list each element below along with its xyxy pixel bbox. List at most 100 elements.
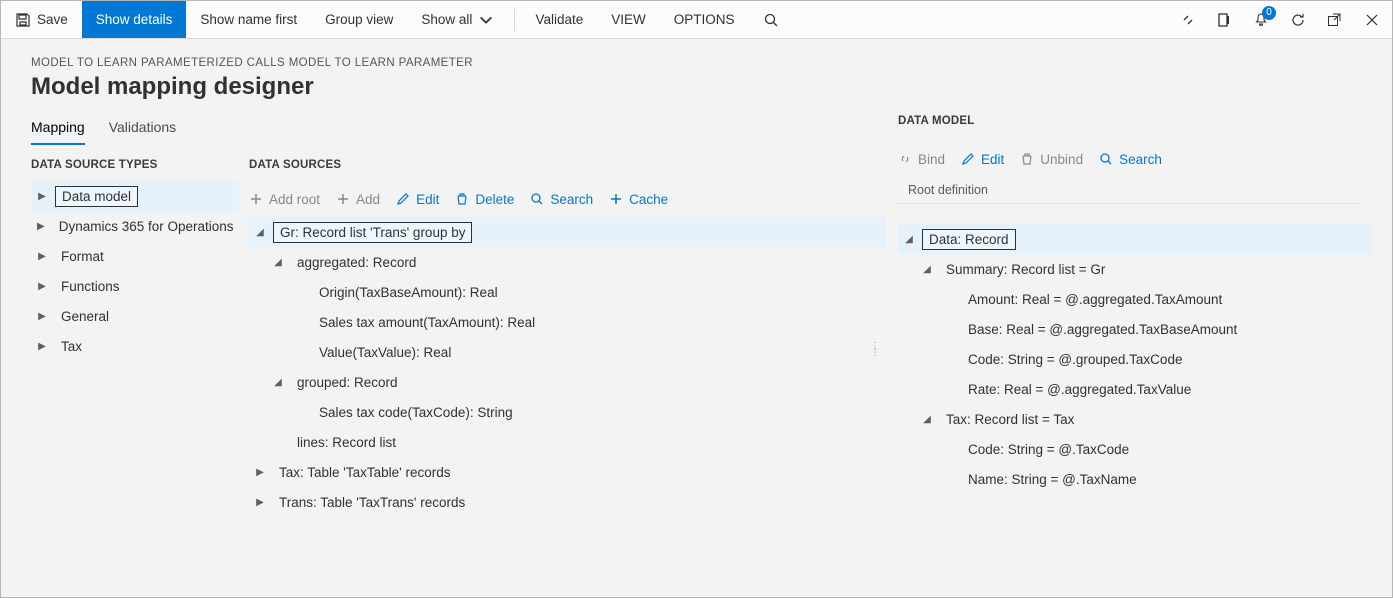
chevron-down-icon: ◢ bbox=[273, 377, 283, 388]
group-view-button[interactable]: Group view bbox=[311, 1, 407, 38]
bell-icon-button[interactable]: 0 bbox=[1242, 1, 1280, 38]
data-source-types-pane: DATA SOURCE TYPES ▶Data model ▶Dynamics … bbox=[1, 145, 239, 597]
page-title: Model mapping designer bbox=[31, 73, 1362, 101]
tab-validations-label: Validations bbox=[109, 119, 176, 135]
validate-button[interactable]: Validate bbox=[521, 1, 597, 38]
dm-tax-name[interactable]: Name: String = @.TaxName bbox=[898, 464, 1372, 494]
chevron-right-icon: ▶ bbox=[37, 311, 47, 322]
show-details-button[interactable]: Show details bbox=[82, 1, 187, 38]
dst-format[interactable]: ▶Format bbox=[31, 241, 239, 271]
dst-functions[interactable]: ▶Functions bbox=[31, 271, 239, 301]
btn-label: Cache bbox=[629, 192, 668, 207]
tree-label: Amount: Real = @.aggregated.TaxAmount bbox=[962, 290, 1228, 309]
tree-label: grouped: Record bbox=[291, 373, 404, 392]
ds-search-button[interactable]: Search bbox=[530, 192, 593, 207]
tab-validations[interactable]: Validations bbox=[109, 113, 176, 145]
popout-icon-button[interactable] bbox=[1316, 1, 1352, 38]
btn-label: Search bbox=[1119, 152, 1162, 167]
tree-label: Data: Record bbox=[922, 229, 1016, 250]
search-button[interactable] bbox=[749, 1, 793, 38]
plus-icon bbox=[336, 192, 350, 206]
show-all-label: Show all bbox=[421, 12, 472, 27]
add-root-button[interactable]: Add root bbox=[249, 192, 320, 207]
office-icon-button[interactable] bbox=[1206, 1, 1242, 38]
dm-tax[interactable]: ◢ Tax: Record list = Tax bbox=[898, 404, 1372, 434]
tree-label: Gr: Record list 'Trans' group by bbox=[273, 222, 472, 243]
ds-trans[interactable]: ▶Trans: Table 'TaxTrans' records bbox=[249, 487, 886, 517]
btn-label: Add root bbox=[269, 192, 320, 207]
chevron-down-icon: ◢ bbox=[255, 227, 265, 238]
link-icon-button[interactable] bbox=[1170, 1, 1206, 38]
dm-amount[interactable]: Amount: Real = @.aggregated.TaxAmount bbox=[898, 284, 1372, 314]
view-label: VIEW bbox=[611, 12, 646, 27]
chevron-down-icon bbox=[478, 12, 494, 28]
dm-tax-code[interactable]: Code: String = @.TaxCode bbox=[898, 434, 1372, 464]
ds-gr[interactable]: ◢ Gr: Record list 'Trans' group by bbox=[249, 217, 886, 247]
dst-tax[interactable]: ▶ Tax bbox=[31, 331, 239, 361]
add-button[interactable]: Add bbox=[336, 192, 380, 207]
list-item-label: Tax bbox=[55, 337, 88, 356]
ds-salestax-amount[interactable]: Sales tax amount(TaxAmount): Real bbox=[249, 307, 886, 337]
show-all-dropdown[interactable]: Show all bbox=[407, 1, 508, 38]
dm-rate[interactable]: Rate: Real = @.aggregated.TaxValue bbox=[898, 374, 1372, 404]
breadcrumb: MODEL TO LEARN PARAMETERIZED CALLS MODEL… bbox=[31, 57, 1362, 69]
dm-base[interactable]: Base: Real = @.aggregated.TaxBaseAmount bbox=[898, 314, 1372, 344]
divider bbox=[514, 9, 515, 31]
dst-d365fo[interactable]: ▶Dynamics 365 for Operations bbox=[31, 211, 239, 241]
tree-label: Tax: Record list = Tax bbox=[940, 410, 1080, 429]
dst-general[interactable]: ▶General bbox=[31, 301, 239, 331]
data-sources-toolbar: Add root Add Edit Delete Search bbox=[239, 181, 886, 217]
search-icon bbox=[1099, 152, 1113, 166]
drag-handle-icon[interactable]: ⋮⋮ bbox=[870, 345, 880, 355]
ds-aggregated[interactable]: ◢aggregated: Record bbox=[249, 247, 886, 277]
plus-icon bbox=[609, 192, 623, 206]
dm-edit-button[interactable]: Edit bbox=[961, 152, 1004, 167]
cache-button[interactable]: Cache bbox=[609, 192, 668, 207]
tab-mapping[interactable]: Mapping bbox=[31, 113, 85, 145]
bind-button[interactable]: Bind bbox=[898, 152, 945, 167]
ds-lines[interactable]: lines: Record list bbox=[249, 427, 886, 457]
save-label: Save bbox=[37, 12, 68, 27]
tree-label: Rate: Real = @.aggregated.TaxValue bbox=[962, 380, 1197, 399]
view-menu[interactable]: VIEW bbox=[597, 1, 660, 38]
bell-badge: 0 bbox=[1262, 6, 1276, 20]
ds-value[interactable]: Value(TaxValue): Real bbox=[249, 337, 886, 367]
dm-data[interactable]: ◢Data: Record bbox=[898, 224, 1372, 254]
refresh-icon-button[interactable] bbox=[1280, 1, 1316, 38]
ds-salestax-code[interactable]: Sales tax code(TaxCode): String bbox=[249, 397, 886, 427]
dm-summary[interactable]: ◢Summary: Record list = Gr bbox=[898, 254, 1372, 284]
tree-label: Name: String = @.TaxName bbox=[962, 470, 1143, 489]
chevron-down-icon: ◢ bbox=[922, 414, 932, 425]
data-source-types-header: DATA SOURCE TYPES bbox=[31, 159, 239, 171]
options-menu[interactable]: OPTIONS bbox=[660, 1, 749, 38]
show-name-first-button[interactable]: Show name first bbox=[186, 1, 311, 38]
command-bar: Save Show details Show name first Group … bbox=[1, 1, 1392, 39]
close-icon-button[interactable] bbox=[1352, 1, 1392, 38]
chevron-right-icon: ▶ bbox=[37, 191, 47, 202]
chevron-right-icon: ▶ bbox=[37, 341, 47, 352]
unbind-button[interactable]: Unbind bbox=[1020, 152, 1083, 167]
ds-tax[interactable]: ▶Tax: Table 'TaxTable' records bbox=[249, 457, 886, 487]
trash-icon bbox=[455, 192, 469, 206]
btn-label: Add bbox=[356, 192, 380, 207]
search-icon bbox=[763, 12, 779, 28]
dm-search-button[interactable]: Search bbox=[1099, 152, 1162, 167]
ds-grouped[interactable]: ◢ grouped: Record bbox=[249, 367, 886, 397]
divider bbox=[898, 203, 1362, 204]
dst-data-model[interactable]: ▶Data model bbox=[31, 181, 239, 211]
tree-label: Origin(TaxBaseAmount): Real bbox=[313, 283, 504, 302]
group-view-label: Group view bbox=[325, 12, 393, 27]
options-label: OPTIONS bbox=[674, 12, 735, 27]
app-root: Save Show details Show name first Group … bbox=[0, 0, 1393, 598]
data-model-pane: DATA MODEL Bind Edit Unbind Search bbox=[886, 145, 1392, 597]
show-details-label: Show details bbox=[96, 12, 173, 27]
tree-label: Value(TaxValue): Real bbox=[313, 343, 457, 362]
delete-button[interactable]: Delete bbox=[455, 192, 514, 207]
edit-button[interactable]: Edit bbox=[396, 192, 439, 207]
dm-code[interactable]: Code: String = @.grouped.TaxCode bbox=[898, 344, 1372, 374]
ds-origin[interactable]: Origin(TaxBaseAmount): Real bbox=[249, 277, 886, 307]
save-button[interactable]: Save bbox=[1, 1, 82, 38]
data-sources-header: DATA SOURCES bbox=[239, 159, 886, 171]
chevron-right-icon: ▶ bbox=[255, 467, 265, 478]
btn-label: Delete bbox=[475, 192, 514, 207]
